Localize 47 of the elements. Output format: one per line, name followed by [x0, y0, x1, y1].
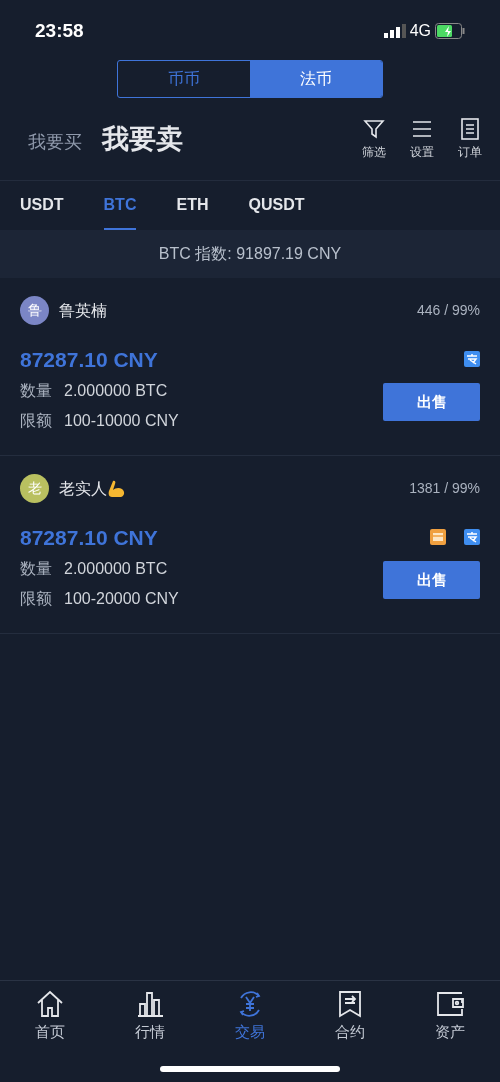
bank-card-icon	[430, 529, 446, 545]
avatar: 鲁	[20, 296, 49, 325]
seller-stats: 1381 / 99%	[409, 479, 480, 498]
battery-icon	[435, 23, 465, 39]
sell-button[interactable]: 出售	[383, 383, 480, 421]
wallet-icon	[435, 989, 465, 1019]
alipay-icon	[464, 529, 480, 545]
price: 87287.10 CNY	[20, 347, 159, 373]
coin-tab[interactable]: ETH	[176, 181, 209, 230]
limit-label: 限额	[20, 411, 52, 431]
coin-tab[interactable]: QUSDT	[248, 181, 305, 230]
price: 87287.10 CNY	[20, 525, 159, 551]
status-time: 23:58	[35, 18, 84, 43]
limit-label: 限额	[20, 589, 52, 609]
avatar: 老	[20, 474, 49, 503]
side-tab[interactable]: 我要卖	[102, 118, 183, 160]
nav-tab[interactable]: 行情	[100, 981, 200, 1082]
mode-tab[interactable]: 法币	[250, 61, 382, 97]
seller-name: 鲁英楠	[59, 300, 107, 321]
side-tab[interactable]: 我要买	[28, 128, 82, 156]
nav-tab[interactable]: 合约	[300, 981, 400, 1082]
quantity-value: 2.000000 BTC	[64, 559, 168, 579]
nav-tab[interactable]: 资产	[400, 981, 500, 1082]
alipay-icon	[464, 351, 480, 367]
quantity-value: 2.000000 BTC	[64, 381, 168, 401]
quantity-label: 数量	[20, 381, 52, 401]
mode-tab[interactable]: 币币	[118, 61, 250, 97]
header-action[interactable]: 设置	[410, 117, 434, 161]
bar-chart-icon	[135, 989, 165, 1019]
network-label: 4G	[409, 21, 431, 41]
limit-value: 100-10000 CNY	[64, 411, 179, 431]
coin-tab[interactable]: USDT	[20, 181, 64, 230]
home-icon	[35, 989, 65, 1019]
filter-icon	[362, 117, 386, 141]
header-action[interactable]: 筛选	[362, 117, 386, 161]
header-action[interactable]: 订单	[458, 117, 482, 161]
nav-tab[interactable]: 首页	[0, 981, 100, 1082]
seller-name: 老实人	[59, 478, 107, 499]
flexed-arm-icon	[107, 478, 127, 499]
quantity-label: 数量	[20, 559, 52, 579]
limit-value: 100-20000 CNY	[64, 589, 179, 609]
index-bar: BTC 指数: 91897.19 CNY	[0, 230, 500, 278]
seller-stats: 446 / 99%	[416, 301, 480, 320]
sell-button[interactable]: 出售	[383, 561, 480, 599]
document-icon	[458, 117, 482, 141]
nav-tab[interactable]: 交易	[200, 981, 300, 1082]
signal-icon	[383, 24, 406, 38]
